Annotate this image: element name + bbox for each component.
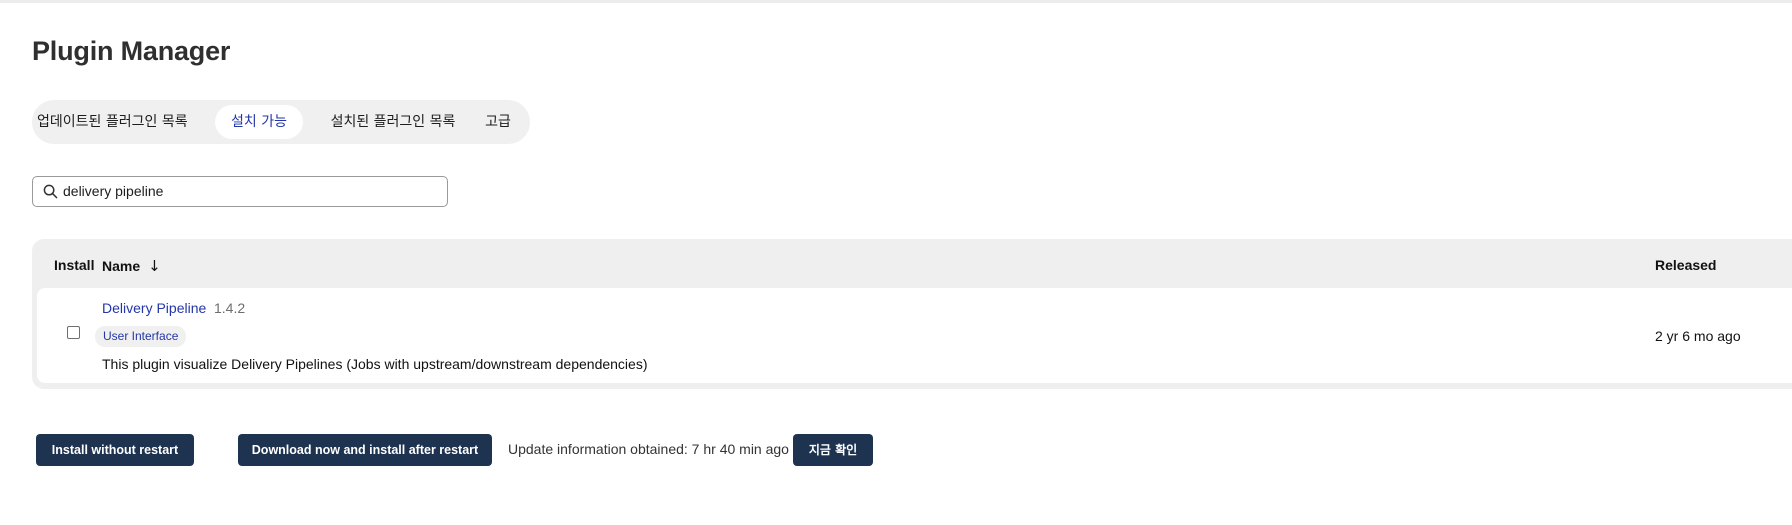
tab-advanced[interactable]: 고급 xyxy=(476,105,520,139)
sort-arrow-icon: ↓ xyxy=(148,257,161,275)
column-header-name[interactable]: Name ↓ xyxy=(102,257,161,275)
plugin-name-link[interactable]: Delivery Pipeline xyxy=(102,300,206,316)
column-header-released[interactable]: Released xyxy=(1655,257,1716,273)
top-divider xyxy=(0,0,1792,3)
plugin-version: 1.4.2 xyxy=(214,300,246,316)
page-title: Plugin Manager xyxy=(32,36,231,66)
tab-installed[interactable]: 설치된 플러그인 목록 xyxy=(318,105,468,139)
plugin-category-tag[interactable]: User Interface xyxy=(95,326,187,347)
install-without-restart-button[interactable]: Install without restart xyxy=(36,434,194,466)
search-icon xyxy=(43,184,58,199)
install-checkbox[interactable] xyxy=(67,326,80,339)
plugin-description: This plugin visualize Delivery Pipelines… xyxy=(102,356,648,372)
tab-bar: 업데이트된 플러그인 목록 설치 가능 설치된 플러그인 목록 고급 xyxy=(32,100,530,144)
column-header-install: Install xyxy=(54,257,95,273)
search-input[interactable] xyxy=(63,177,433,205)
tab-updates[interactable]: 업데이트된 플러그인 목록 xyxy=(37,105,188,139)
plugin-table: Install Name ↓ Released Delivery Pipeline… xyxy=(32,239,1792,389)
update-info-text: Update information obtained: 7 hr 40 min… xyxy=(508,441,789,457)
tab-available[interactable]: 설치 가능 xyxy=(215,105,303,139)
search-field[interactable] xyxy=(32,176,448,207)
plugin-released: 2 yr 6 mo ago xyxy=(1655,328,1741,344)
download-install-after-restart-button[interactable]: Download now and install after restart xyxy=(238,434,492,466)
column-header-name-label: Name xyxy=(102,258,141,274)
table-row: Delivery Pipeline 1.4.2 User Interface T… xyxy=(37,288,1792,383)
check-now-button[interactable]: 지금 확인 xyxy=(793,434,873,466)
